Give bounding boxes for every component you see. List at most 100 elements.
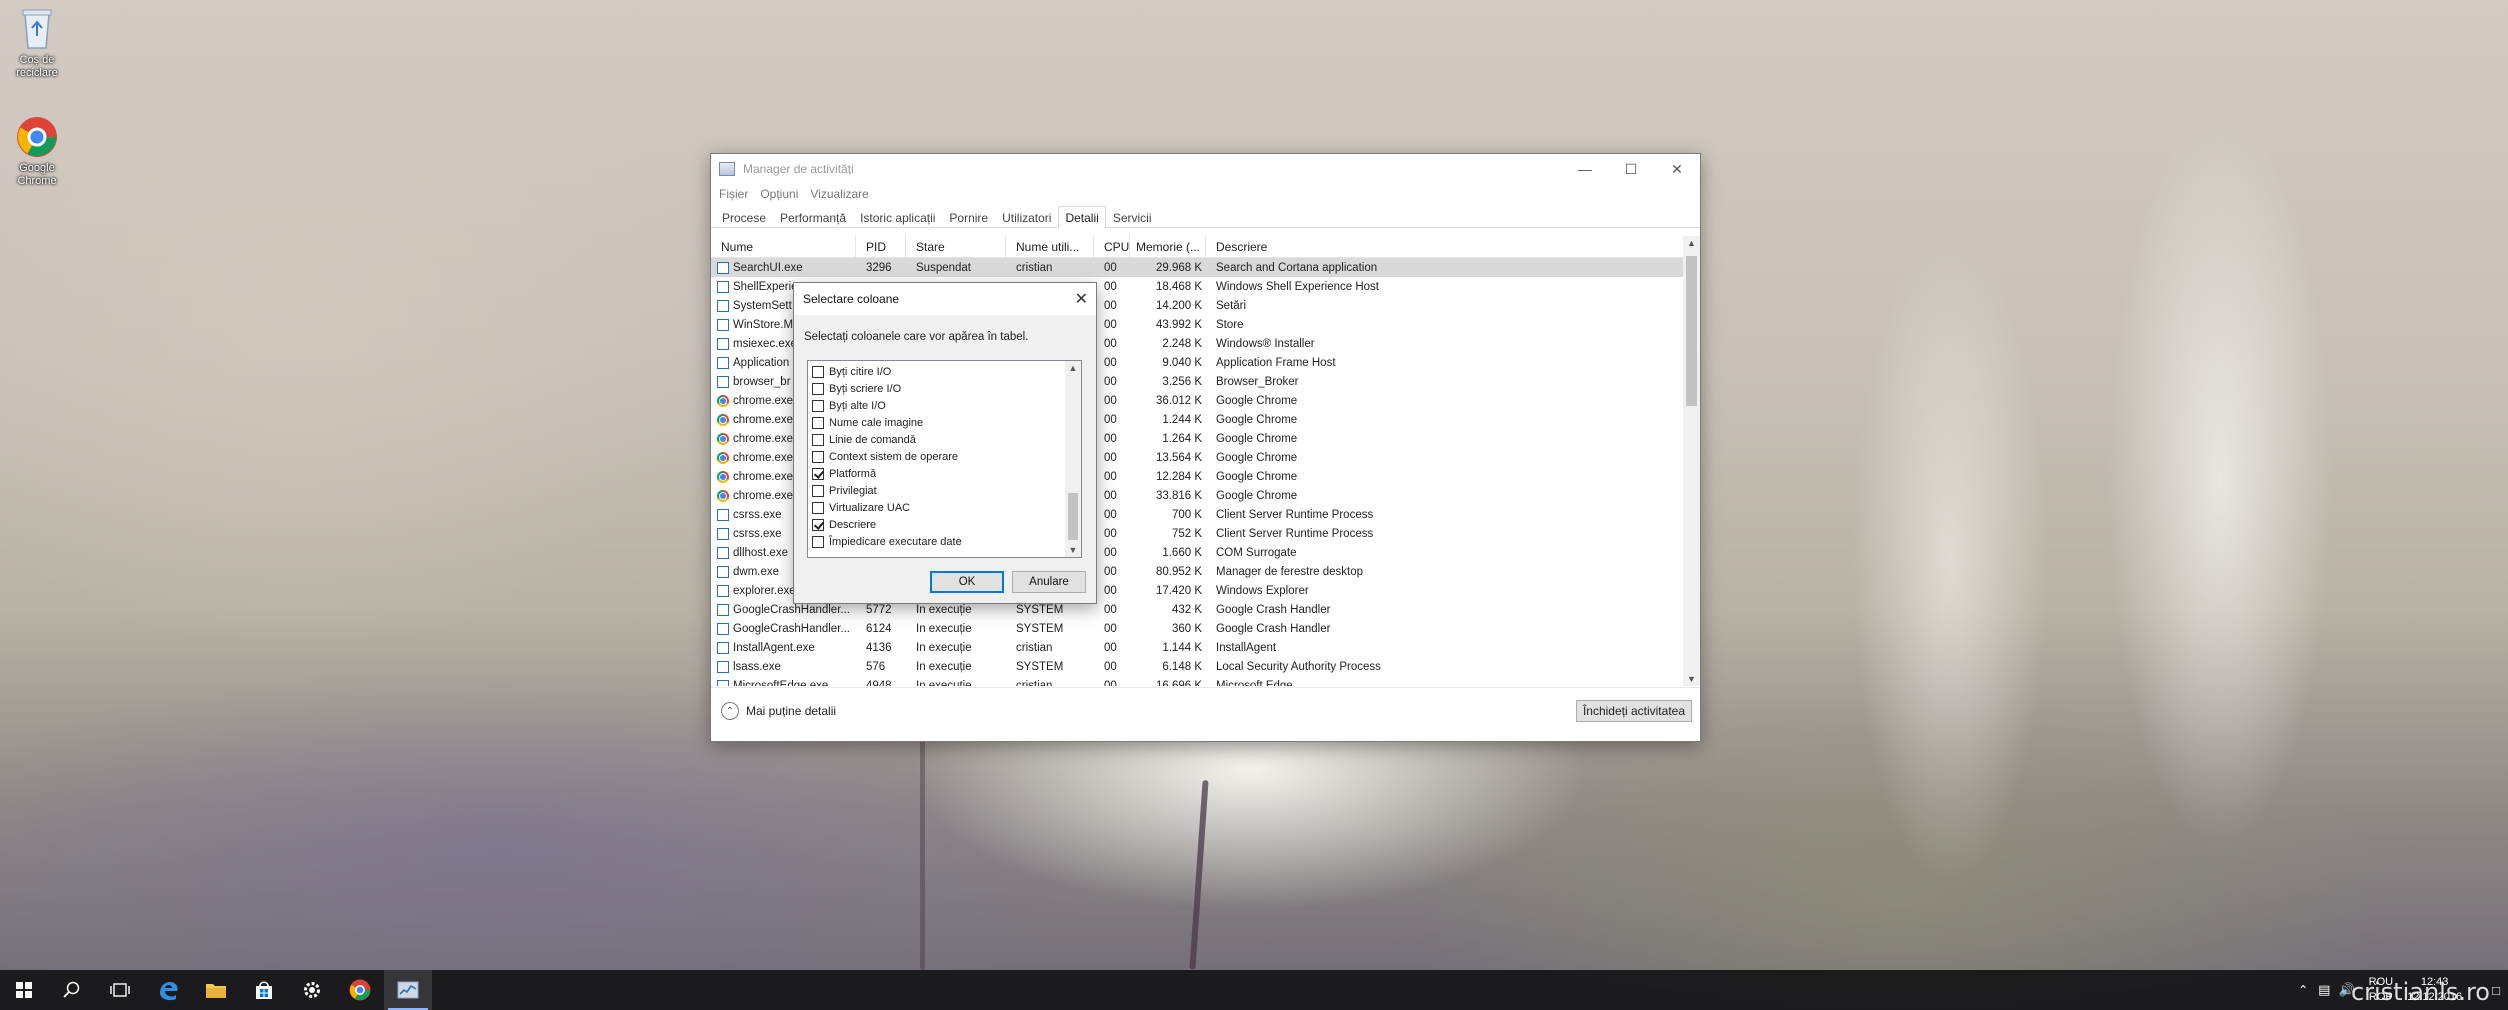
menu-view[interactable]: Vizualizare — [808, 187, 874, 201]
process-memory: 14.200 K — [1155, 299, 1202, 312]
process-state: În execuție — [916, 641, 972, 654]
ok-button[interactable]: OK — [930, 571, 1004, 593]
scroll-up-arrow-icon[interactable]: ▲ — [1683, 238, 1700, 248]
taskbar-store[interactable] — [240, 970, 288, 1010]
scroll-down-arrow-icon[interactable]: ▼ — [1065, 545, 1081, 555]
tab-performance[interactable]: Performanță — [773, 206, 853, 228]
tab-app-history[interactable]: Istoric aplicații — [853, 206, 942, 228]
checkbox[interactable] — [812, 450, 824, 463]
taskbar-edge[interactable] — [144, 970, 192, 1010]
checkbox[interactable] — [812, 382, 824, 395]
process-cpu: 00 — [1104, 394, 1117, 407]
show-hidden-icons-icon[interactable]: ⌃ — [2298, 983, 2308, 997]
start-button[interactable] — [0, 970, 48, 1010]
checkbox[interactable] — [812, 416, 824, 429]
column-option-label: Platformă — [829, 467, 877, 480]
checklist-scrollbar[interactable]: ▲ ▼ — [1065, 361, 1081, 557]
checkbox[interactable] — [812, 535, 824, 548]
menu-file[interactable]: Fișier — [717, 187, 754, 201]
desktop-icon-recycle-bin[interactable]: Coș de reciclare — [2, 6, 72, 80]
minimize-button[interactable]: — — [1562, 154, 1608, 184]
column-option[interactable]: Nume cale imagine — [808, 414, 1081, 431]
table-row[interactable]: GoogleCrashHandler... 6124 În execuție SYST… — [711, 619, 1684, 638]
column-option[interactable]: Împiedicare executare date — [808, 533, 1081, 550]
end-task-button[interactable]: Închideți activitatea — [1575, 700, 1692, 722]
maximize-button[interactable]: ☐ — [1608, 154, 1654, 184]
taskbar-file-explorer[interactable] — [192, 970, 240, 1010]
checkbox[interactable] — [812, 433, 824, 446]
menu-options[interactable]: Opțiuni — [758, 187, 804, 201]
process-name-text: GoogleCrashHandler... — [733, 603, 850, 616]
search-button[interactable] — [48, 970, 96, 1010]
column-option[interactable]: Privilegiat — [808, 482, 1081, 499]
column-header-cpu[interactable]: CPU — [1094, 236, 1130, 258]
column-header-name[interactable]: Nume — [711, 236, 856, 258]
desktop-icon-label: Google Chrome — [17, 162, 57, 187]
taskbar-task-manager[interactable] — [384, 970, 432, 1010]
settings-icon — [304, 982, 320, 998]
app-icon — [717, 527, 729, 540]
column-option[interactable]: Byți scriere I/O — [808, 380, 1081, 397]
checkbox[interactable] — [812, 518, 824, 531]
checkbox[interactable] — [812, 467, 824, 480]
process-memory: 80.952 K — [1155, 565, 1202, 578]
scroll-up-arrow-icon[interactable]: ▲ — [1065, 363, 1081, 373]
app-icon — [717, 660, 729, 673]
process-cpu: 00 — [1104, 337, 1117, 350]
column-option[interactable]: Descriere — [808, 516, 1081, 533]
dialog-title-bar[interactable]: Selectare coloane — [794, 283, 1096, 315]
close-button[interactable]: ✕ — [1654, 154, 1700, 184]
column-header-state[interactable]: Stare — [906, 236, 1006, 258]
taskbar-chrome[interactable] — [336, 970, 384, 1010]
column-option[interactable]: Byți alte I/O — [808, 397, 1081, 414]
process-description: COM Surrogate — [1216, 546, 1297, 559]
checkbox[interactable] — [812, 399, 824, 412]
app-icon — [717, 261, 729, 274]
scroll-down-arrow-icon[interactable]: ▼ — [1683, 674, 1700, 684]
column-header-memory[interactable]: Memorie (... — [1130, 236, 1206, 258]
table-scrollbar[interactable]: ▲ ▼ — [1683, 236, 1700, 686]
checkbox[interactable] — [812, 484, 824, 497]
column-header-pid[interactable]: PID — [856, 236, 906, 258]
tab-processes[interactable]: Procese — [715, 206, 773, 228]
tab-details[interactable]: Detalii — [1058, 206, 1106, 228]
notifications-icon[interactable]: □ — [2492, 983, 2500, 998]
desktop-icon-google-chrome[interactable]: Google Chrome — [2, 116, 72, 188]
column-option[interactable]: Byți citire I/O — [808, 363, 1081, 380]
process-name-text: chrome.exe — [733, 451, 794, 464]
column-option[interactable]: Linie de comandă — [808, 431, 1081, 448]
taskbar: ⌃ ▤ 🔊 ROU ROP 12:43 12.12.2016 □ — [0, 970, 2508, 1010]
network-icon[interactable]: ▤ — [2318, 982, 2330, 998]
column-header-description[interactable]: Descriere — [1206, 236, 1684, 258]
process-memory: 16.696 K — [1155, 679, 1202, 687]
table-row[interactable]: SearchUI.exe 3296 Suspendat cristian 00 29.96… — [711, 258, 1684, 277]
checkbox[interactable] — [812, 501, 824, 514]
installer-icon — [717, 337, 729, 350]
tab-startup[interactable]: Pornire — [942, 206, 995, 228]
column-option[interactable]: Platformă — [808, 465, 1081, 482]
tab-services[interactable]: Servicii — [1106, 206, 1159, 228]
process-memory: 17.420 K — [1155, 584, 1202, 597]
table-row[interactable]: lsass.exe 576 În execuție SYSTEM 00 6.148 K Lo… — [711, 657, 1684, 676]
column-option[interactable]: Virtualizare UAC — [808, 499, 1081, 516]
process-cpu: 00 — [1104, 280, 1117, 293]
cancel-button[interactable]: Anulare — [1012, 571, 1086, 593]
process-cpu: 00 — [1104, 603, 1117, 616]
scrollbar-thumb[interactable] — [1686, 256, 1697, 406]
process-memory: 1.264 K — [1162, 432, 1202, 445]
table-row[interactable]: InstallAgent.exe 4136 În execuție cristian 0… — [711, 638, 1684, 657]
less-details-button[interactable]: ⌃ Mai puține detalii — [721, 702, 836, 720]
process-state: În execuție — [916, 679, 972, 687]
column-header-user[interactable]: Nume utili... — [1006, 236, 1094, 258]
tab-users[interactable]: Utilizatori — [995, 206, 1058, 228]
table-row[interactable]: MicrosoftEdge.exe 4948 În execuție cristian… — [711, 676, 1684, 686]
checkbox[interactable] — [812, 365, 824, 378]
taskbar-settings[interactable] — [288, 970, 336, 1010]
process-name-text: chrome.exe — [733, 394, 794, 407]
column-option[interactable]: Context sistem de operare — [808, 448, 1081, 465]
title-bar[interactable]: Manager de activități — [711, 154, 1700, 184]
scrollbar-thumb[interactable] — [1068, 493, 1078, 540]
close-icon[interactable]: ✕ — [1075, 289, 1088, 309]
task-view-button[interactable] — [96, 970, 144, 1010]
app-icon — [717, 375, 729, 388]
